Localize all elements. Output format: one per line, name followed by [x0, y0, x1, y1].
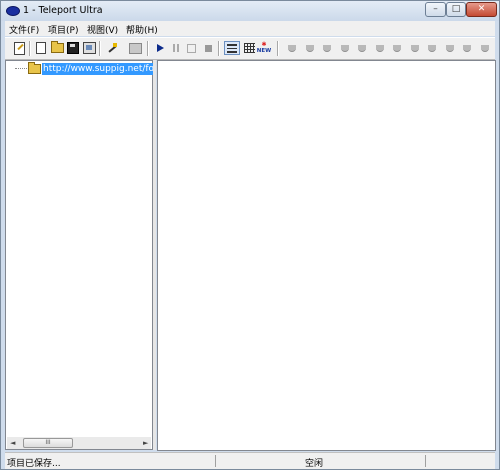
thread-idle-icon: [288, 44, 296, 52]
new-badge-icon: ✱ NEW: [256, 41, 272, 55]
thread-idle-icon: [410, 44, 419, 52]
thread-slot: [355, 41, 369, 55]
thread-idle-icon: [323, 44, 331, 52]
find-button[interactable]: [128, 41, 142, 55]
thread-idle-icon: [445, 44, 454, 52]
close-button[interactable]: ✕: [466, 2, 497, 17]
menu-file[interactable]: 文件(F): [9, 23, 39, 36]
app-logo-icon: [6, 6, 20, 16]
toolbar-separator: [218, 41, 220, 56]
wizard-button[interactable]: [105, 41, 119, 55]
thread-idle-icon: [463, 44, 471, 52]
thread-slot: [320, 41, 334, 55]
pause-button[interactable]: [169, 41, 183, 55]
content-pane[interactable]: [157, 60, 496, 451]
thread-slot: [408, 41, 422, 55]
thread-slot: [460, 41, 474, 55]
save-disk-icon: [67, 42, 79, 54]
thread-slot: [390, 41, 404, 55]
tree-connector: [15, 68, 27, 69]
horizontal-scrollbar[interactable]: ◄ III ►: [7, 437, 151, 449]
find-icon: [128, 42, 142, 54]
toolbar: ✱ NEW: [5, 37, 495, 60]
toolbar-separator: [147, 41, 149, 56]
thread-idle-icon: [393, 44, 401, 52]
toolbar-separator: [277, 41, 279, 56]
thread-slot: [478, 41, 492, 55]
project-tree-pane[interactable]: http://www.suppig.net/foru ◄ III ►: [5, 60, 154, 450]
tree-root-item[interactable]: http://www.suppig.net/foru: [42, 63, 154, 75]
maximize-button[interactable]: □: [446, 2, 466, 17]
edit-project-icon: [13, 41, 25, 55]
minimize-button[interactable]: –: [425, 2, 446, 17]
folder-icon: [28, 62, 41, 74]
start-button[interactable]: [153, 41, 167, 55]
status-divider: [215, 455, 216, 467]
wizard-wand-icon: [107, 43, 117, 53]
scroll-left-icon[interactable]: ◄: [10, 439, 15, 447]
status-divider: [425, 455, 426, 467]
grid-view-icon: [243, 43, 255, 53]
thread-idle-icon: [340, 44, 349, 52]
pane-splitter[interactable]: [153, 60, 156, 450]
thread-idle-icon: [428, 44, 436, 52]
stop-filled-icon: [204, 44, 212, 52]
properties-icon: [82, 42, 96, 54]
scroll-thumb[interactable]: III: [23, 438, 73, 448]
thread-slot: [443, 41, 457, 55]
stop-button[interactable]: [184, 41, 198, 55]
window-title: 1 - Teleport Ultra: [23, 5, 103, 16]
new-button[interactable]: [34, 41, 48, 55]
edit-project-button[interactable]: [12, 41, 26, 55]
play-icon: [156, 44, 164, 52]
menu-view[interactable]: 视图(V): [87, 23, 118, 36]
menu-help[interactable]: 帮助(H): [126, 23, 158, 36]
thread-slot: [338, 41, 352, 55]
app-window: 1 - Teleport Ultra – □ ✕ 文件(F) 项目(P) 视图(…: [0, 0, 500, 470]
title-bar[interactable]: 1 - Teleport Ultra – □ ✕: [1, 1, 499, 21]
status-message: 项目已保存...: [7, 459, 61, 469]
menu-project[interactable]: 项目(P): [48, 23, 78, 36]
status-bar: 项目已保存... 空闲: [5, 452, 495, 469]
thread-slot: [285, 41, 299, 55]
thread-idle-icon: [480, 44, 489, 52]
thread-slot: [373, 41, 387, 55]
grid-view-button[interactable]: [242, 41, 256, 55]
scroll-right-icon[interactable]: ►: [143, 439, 148, 447]
toolbar-separator: [29, 41, 31, 56]
thread-idle-icon: [375, 44, 384, 52]
thread-idle-icon: [305, 44, 314, 52]
thread-slot: [425, 41, 439, 55]
new-items-button[interactable]: ✱ NEW: [257, 41, 271, 55]
list-view-icon: [227, 43, 237, 53]
stop-icon: [186, 43, 196, 53]
save-button[interactable]: [66, 41, 80, 55]
status-state: 空闲: [305, 459, 324, 469]
new-badge-label: NEW: [256, 48, 272, 54]
properties-button[interactable]: [82, 41, 96, 55]
open-button[interactable]: [50, 41, 64, 55]
stop-all-button[interactable]: [201, 41, 215, 55]
list-view-button[interactable]: [224, 41, 240, 55]
toolbar-separator: [99, 41, 101, 56]
open-folder-icon: [50, 41, 64, 53]
thread-idle-icon: [358, 44, 366, 52]
pause-icon: [173, 44, 179, 52]
thread-slot: [303, 41, 317, 55]
menu-bar: 文件(F) 项目(P) 视图(V) 帮助(H): [5, 21, 495, 36]
new-document-icon: [36, 42, 46, 54]
